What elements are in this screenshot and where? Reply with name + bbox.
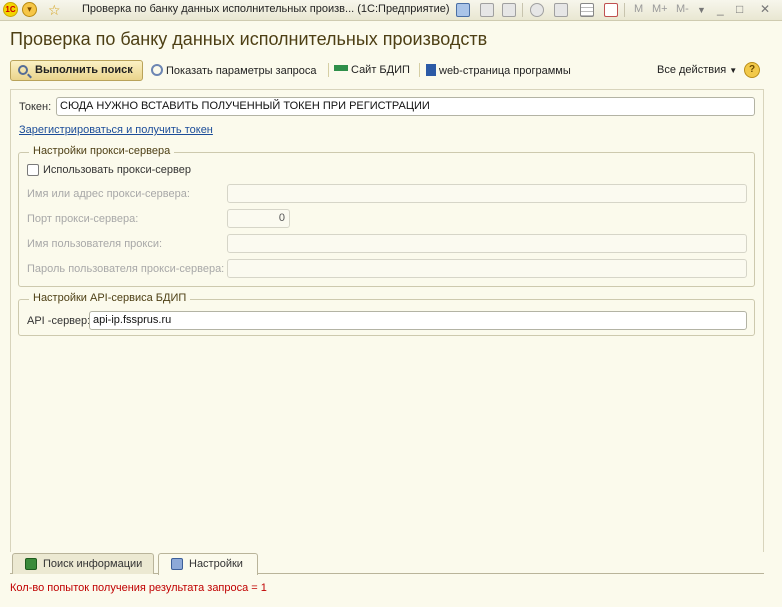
tab-search-info-label: Поиск информации xyxy=(43,558,143,570)
save-icon[interactable] xyxy=(456,3,470,17)
app-logo-icon[interactable]: 1С xyxy=(3,2,18,17)
site-icon xyxy=(334,65,348,71)
command-separator xyxy=(328,63,329,77)
proxy-server-label: Имя или адрес прокси-сервера: xyxy=(27,188,190,200)
main-menu-icon[interactable]: ▾ xyxy=(22,2,37,17)
proxy-group-title: Настройки прокси-сервера xyxy=(29,145,175,157)
favorites-star-icon[interactable]: ☆ xyxy=(48,2,61,18)
proxy-user-input[interactable] xyxy=(227,234,747,253)
add-favorite-icon[interactable] xyxy=(530,3,544,17)
show-params-button[interactable]: Показать параметры запроса xyxy=(151,60,317,81)
settings-icon xyxy=(171,558,183,570)
proxy-user-label: Имя пользователя прокси: xyxy=(27,238,163,250)
all-actions-menu[interactable]: Все действия ▼ xyxy=(657,64,737,76)
chevron-down-icon: ▼ xyxy=(729,66,738,75)
chevron-down-icon[interactable]: ▼ xyxy=(697,5,706,15)
proxy-port-label: Порт прокси-сервера: xyxy=(27,213,139,225)
status-message: Кол-во попыток получения результата запр… xyxy=(10,582,267,594)
memory-plus-button[interactable]: M+ xyxy=(652,3,668,15)
print-preview-icon[interactable] xyxy=(502,3,516,17)
use-proxy-checkbox[interactable] xyxy=(27,164,39,176)
proxy-password-label: Пароль пользователя прокси-сервера: xyxy=(27,263,225,275)
execute-search-button[interactable]: Выполнить поиск xyxy=(10,60,143,81)
api-server-label: API -сервер: xyxy=(27,315,91,327)
help-icon[interactable]: ? xyxy=(744,62,760,78)
command-separator xyxy=(419,63,420,77)
token-label: Токен: xyxy=(19,101,52,113)
toolbar-separator xyxy=(624,3,625,17)
window-title: Проверка по банку данных исполнительных … xyxy=(82,3,450,15)
window-titlebar: 1С ▾ ☆ Проверка по банку данных исполнит… xyxy=(0,0,782,21)
proxy-port-input[interactable]: 0 xyxy=(227,209,290,228)
form-title: Проверка по банку данных исполнительных … xyxy=(10,29,488,49)
show-params-label: Показать параметры запроса xyxy=(166,65,317,77)
site-bdip-button[interactable]: Сайт БДИП xyxy=(334,60,410,81)
proxy-server-input[interactable] xyxy=(227,184,747,203)
query-params-icon xyxy=(151,64,163,76)
memory-m-button[interactable]: M xyxy=(634,3,643,15)
search-info-icon xyxy=(25,558,37,570)
web-page-icon xyxy=(426,64,436,76)
maximize-icon[interactable]: □ xyxy=(736,2,743,16)
api-server-input[interactable]: api-ip.fssprus.ru xyxy=(89,311,747,330)
minimize-icon[interactable]: _ xyxy=(717,2,724,16)
close-icon[interactable]: ✕ xyxy=(760,2,770,16)
web-page-label: web-страница программы xyxy=(439,65,571,77)
site-bdip-label: Сайт БДИП xyxy=(351,64,410,76)
tab-search-info[interactable]: Поиск информации xyxy=(12,553,154,574)
register-link[interactable]: Зарегистрироваться и получить токен xyxy=(19,124,213,136)
tab-settings[interactable]: Настройки xyxy=(158,553,258,575)
search-icon xyxy=(18,65,28,75)
api-group-title: Настройки API-сервиса БДИП xyxy=(29,292,191,304)
print-icon[interactable] xyxy=(480,3,494,17)
tab-settings-label: Настройки xyxy=(189,558,243,570)
document-icon[interactable] xyxy=(554,3,568,17)
all-actions-label: Все действия xyxy=(657,64,727,76)
token-input[interactable]: СЮДА НУЖНО ВСТАВИТЬ ПОЛУЧЕННЫЙ ТОКЕН ПРИ… xyxy=(56,97,755,116)
calendar-icon[interactable] xyxy=(604,3,618,17)
use-proxy-label: Использовать прокси-сервер xyxy=(43,164,191,176)
toolbar-separator xyxy=(522,3,523,17)
web-page-button[interactable]: web-страница программы xyxy=(426,60,571,81)
proxy-password-input[interactable] xyxy=(227,259,747,278)
execute-search-label: Выполнить поиск xyxy=(35,64,133,76)
memory-minus-button[interactable]: M- xyxy=(676,3,689,15)
calculator-icon[interactable] xyxy=(580,3,594,17)
